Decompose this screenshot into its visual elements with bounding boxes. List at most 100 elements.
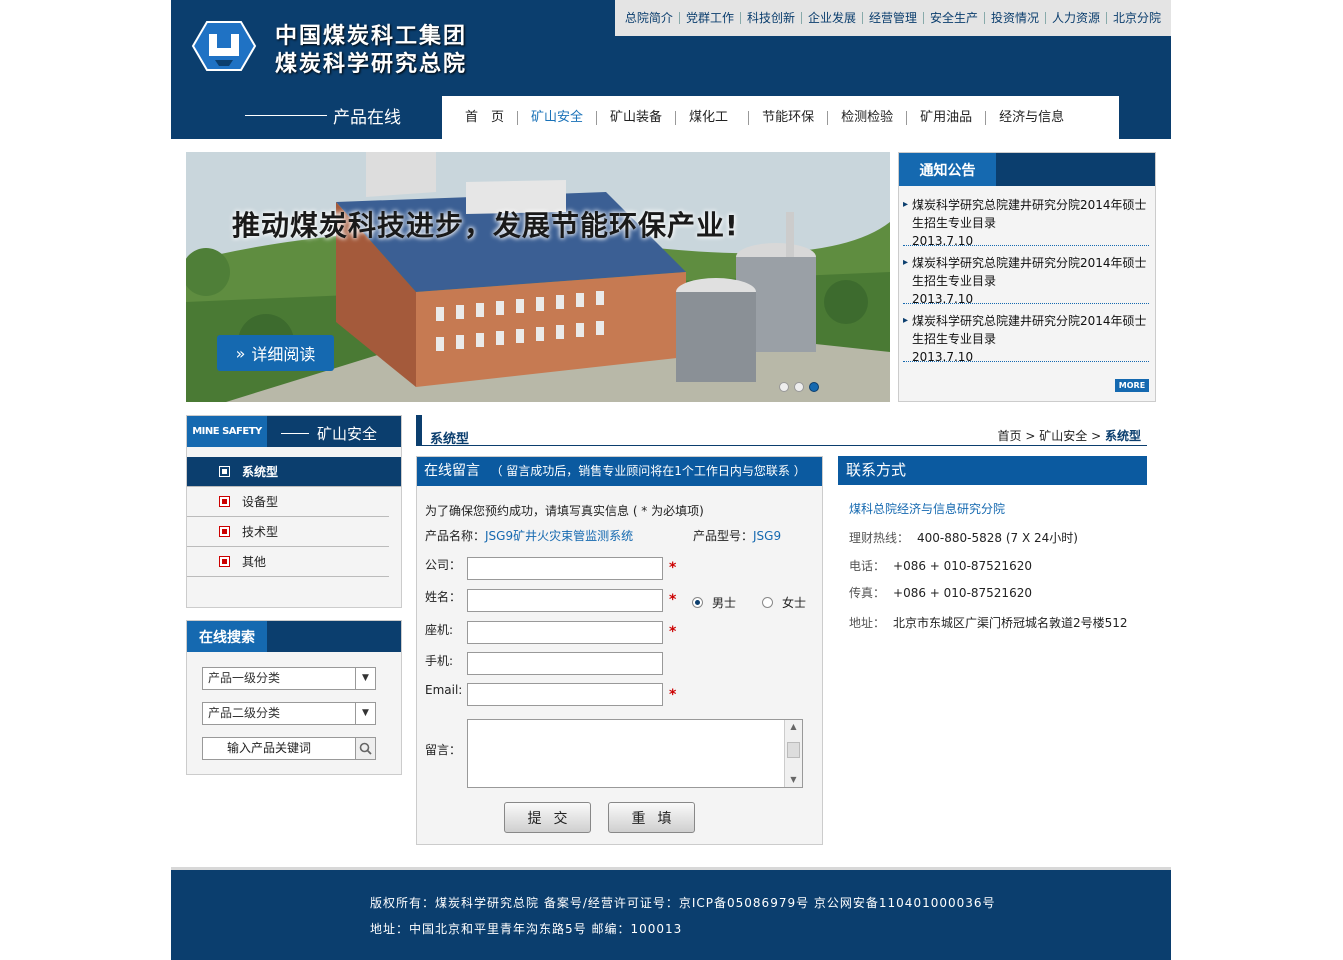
site-footer: 版权所有：煤炭科学研究总院 备案号/经营许可证号：京ICP备05086979号 … (171, 867, 1171, 960)
site-header: 中国煤炭科工集团 煤炭科学研究总院 总院简介 党群工作 科技创新 企业发展 经营… (171, 0, 1171, 139)
top-nav-item-party[interactable]: 党群工作 (680, 12, 741, 24)
section-title: 产品在线 (245, 103, 401, 128)
search-header: 在线搜索 (187, 621, 401, 652)
main-nav-mine-safety[interactable]: 矿山安全 (518, 110, 598, 125)
dropdown-arrow-icon[interactable]: ▼ (355, 703, 375, 724)
title-stripe (416, 415, 422, 445)
gender-female-radio[interactable] (762, 597, 774, 608)
notice-panel: 通知公告 煤炭科学研究总院建井研究分院2014年硕士生招生专业目录 2013.7… (898, 152, 1156, 402)
breadcrumb-home[interactable]: 首页 (998, 429, 1022, 443)
breadcrumb-separator: > (1025, 429, 1036, 443)
footer-copyright: 版权所有：煤炭科学研究总院 备案号/经营许可证号：京ICP备05086979号 … (370, 896, 996, 910)
more-button[interactable]: MORE (1115, 379, 1149, 392)
slide-dot-3-active[interactable] (809, 382, 819, 392)
message-textarea[interactable]: ▲ ▼ (467, 719, 803, 788)
top-nav-item-intro[interactable]: 总院简介 (619, 12, 680, 24)
name-label: 姓名： (425, 590, 462, 604)
main-nav-mine-oil[interactable]: 矿用油品 (907, 110, 987, 125)
mobile-input[interactable] (467, 652, 663, 675)
gender-male-radio[interactable] (692, 597, 703, 608)
phone-value: +086 + 010-87521620 (893, 559, 1032, 573)
address-value: 北京市东城区广渠门桥冠城名敦道2号楼512 (893, 616, 1128, 630)
main-nav-mine-equipment[interactable]: 矿山装备 (597, 110, 677, 125)
top-nav-item-innovation[interactable]: 科技创新 (741, 12, 802, 24)
top-nav-item-investment[interactable]: 投资情况 (985, 12, 1047, 24)
breadcrumb: 首页 > 矿山安全 > 系统型 (998, 427, 1141, 444)
breadcrumb-current: 系统型 (1104, 429, 1141, 443)
section-title-text: 产品在线 (333, 108, 401, 128)
name-input[interactable] (467, 589, 663, 612)
bullet-square-icon (219, 556, 230, 567)
select-value: 产品一级分类 (208, 671, 281, 685)
dropdown-arrow-icon[interactable]: ▼ (355, 668, 375, 689)
top-nav-item-beijing[interactable]: 北京分院 (1107, 12, 1167, 24)
title-dash (281, 433, 309, 434)
read-more-label: 详细阅读 (251, 345, 316, 364)
scroll-up-icon[interactable]: ▲ (785, 720, 802, 734)
contact-panel: 联系方式 煤科总院经济与信息研究分院 理财热线： 400-880-5828 (7 … (838, 456, 1147, 666)
gender-male-label: 男士 (712, 596, 737, 610)
form-note: （ 留言成功后，销售专业顾问将在1个工作日内与您联系 ） (490, 464, 806, 478)
slide-dot-2[interactable] (794, 382, 804, 392)
breadcrumb-mine-safety[interactable]: 矿山安全 (1039, 429, 1087, 443)
email-input[interactable] (467, 683, 663, 706)
breadcrumb-separator: > (1091, 429, 1102, 443)
submit-button[interactable]: 提交 (504, 802, 591, 833)
read-more-button[interactable]: » 详细阅读 (217, 335, 334, 371)
category-level1-select[interactable]: 产品一级分类 ▼ (202, 667, 376, 690)
company-label: 公司： (425, 558, 462, 572)
product-name-row: 产品名称：JSG9矿井火灾束管监测系统 (425, 527, 633, 544)
main-nav-economy[interactable]: 经济与信息 (986, 110, 1077, 125)
category-item-label: 其他 (242, 555, 267, 569)
page: 中国煤炭科工集团 煤炭科学研究总院 总院简介 党群工作 科技创新 企业发展 经营… (171, 0, 1171, 960)
main-nav-home[interactable]: 首 页 (452, 110, 519, 125)
product-name-label: 产品名称： (425, 529, 486, 543)
main-nav-coal-chemical[interactable]: 煤化工 (676, 110, 750, 125)
phone-label: 座机: (425, 623, 454, 637)
top-nav-item-management[interactable]: 经营管理 (863, 12, 924, 24)
notice-item[interactable]: 煤炭科学研究总院建井研究分院2014年硕士生招生专业目录 2013.7.10 (903, 304, 1149, 364)
required-mark: * (669, 592, 677, 608)
contact-phone-row: 电话： +086 + 010-87521620 (849, 557, 1032, 574)
search-button[interactable] (355, 738, 375, 759)
notice-item[interactable]: 煤炭科学研究总院建井研究分院2014年硕士生招生专业目录 2013.7.10 (903, 188, 1149, 248)
category-level2-select[interactable]: 产品二级分类 ▼ (202, 702, 376, 725)
top-nav-item-development[interactable]: 企业发展 (802, 12, 863, 24)
main-nav-testing[interactable]: 检测检验 (828, 110, 908, 125)
contact-org: 煤科总院经济与信息研究分院 (849, 502, 1006, 516)
top-nav-item-hr[interactable]: 人力资源 (1046, 12, 1108, 24)
reset-button[interactable]: 重填 (608, 802, 695, 833)
address-label: 地址： (849, 616, 886, 630)
form-title: 在线留言 (424, 463, 480, 479)
title-dash (245, 115, 327, 116)
top-nav-item-safety[interactable]: 安全生产 (924, 12, 986, 24)
double-chevron-icon: » (235, 343, 246, 363)
category-header: MINE SAFETY 矿山安全 (187, 416, 401, 447)
company-input[interactable] (467, 557, 663, 580)
select-value: 产品二级分类 (208, 706, 281, 720)
category-item-other[interactable]: 其他 (187, 547, 389, 577)
contact-hotline-row: 理财热线： 400-880-5828 (7 X 24小时) (849, 529, 1078, 546)
phone-input[interactable] (467, 621, 663, 644)
keyword-input[interactable]: 输入产品关键词 (202, 737, 376, 760)
category-item-technology[interactable]: 技术型 (187, 517, 389, 547)
logo-text-line2: 煤炭科学研究总院 (275, 52, 468, 77)
textarea-scrollbar[interactable]: ▲ ▼ (784, 720, 802, 787)
category-item-system[interactable]: 系统型 (187, 457, 401, 487)
bullet-square-icon (219, 526, 230, 537)
notice-item-text: 煤炭科学研究总院建井研究分院2014年硕士生招生专业目录 (912, 198, 1147, 230)
banner[interactable]: 推动煤炭科技进步，发展节能环保产业! » 详细阅读 (186, 152, 890, 402)
scroll-down-icon[interactable]: ▼ (785, 773, 802, 787)
notice-item[interactable]: 煤炭科学研究总院建井研究分院2014年硕士生招生专业目录 2013.7.10 (903, 246, 1149, 306)
keyword-placeholder: 输入产品关键词 (227, 741, 312, 755)
search-panel: 在线搜索 产品一级分类 ▼ 产品二级分类 ▼ 输入产品关键词 (186, 620, 402, 775)
page-title: 系统型 (430, 432, 470, 447)
slide-dot-1[interactable] (779, 382, 789, 392)
category-title-cn: 矿山安全 (317, 425, 378, 443)
breadcrumb-bar: 系统型 首页 > 矿山安全 > 系统型 (416, 415, 1147, 447)
hotline-label: 理财热线： (849, 531, 910, 545)
message-label: 留言： (425, 743, 462, 757)
scroll-thumb[interactable] (787, 742, 800, 758)
main-nav-energy-saving[interactable]: 节能环保 (749, 110, 829, 125)
category-item-equipment[interactable]: 设备型 (187, 487, 389, 517)
